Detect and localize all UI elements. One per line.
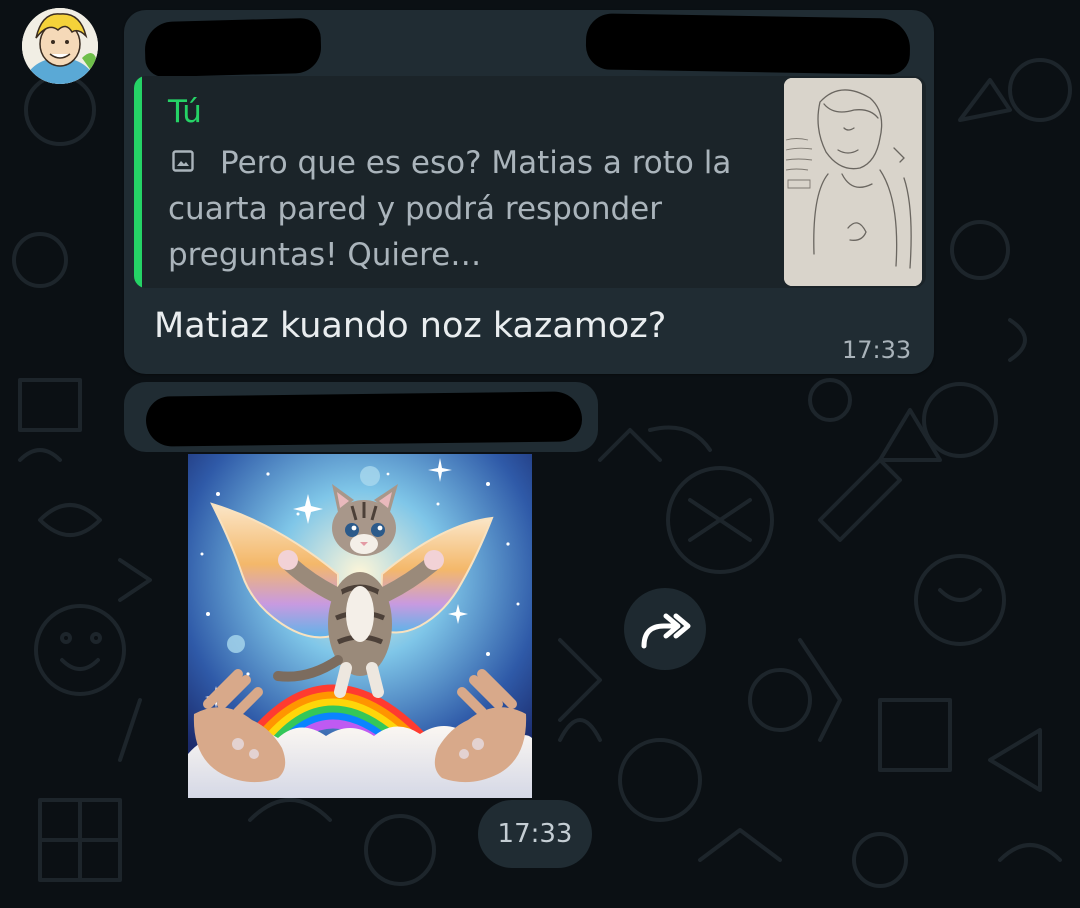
quote-thumbnail: [784, 78, 922, 286]
sender-phone-redaction: [585, 13, 911, 75]
quote-accent-bar: [134, 76, 142, 288]
message-text: Matiaz kuando noz kazamoz?: [154, 306, 667, 346]
quote-text: Pero que es eso? Matias a roto la cuarta…: [168, 145, 732, 273]
contact-avatar[interactable]: [22, 8, 98, 84]
reply-quote[interactable]: Tú Pero que es eso? Matias a roto la cua…: [134, 76, 926, 288]
quote-author: Tú: [168, 94, 202, 130]
sender-name-redaction: [145, 391, 583, 447]
sticker-time: 17:33: [497, 819, 573, 849]
message-time: 17:33: [842, 336, 912, 364]
angel-kitten-sticker[interactable]: [188, 454, 532, 798]
sticker-time-pill: 17:33: [478, 800, 592, 868]
forward-button[interactable]: [624, 588, 706, 670]
sender-name-redaction: [144, 17, 322, 78]
forward-icon: [641, 613, 691, 649]
